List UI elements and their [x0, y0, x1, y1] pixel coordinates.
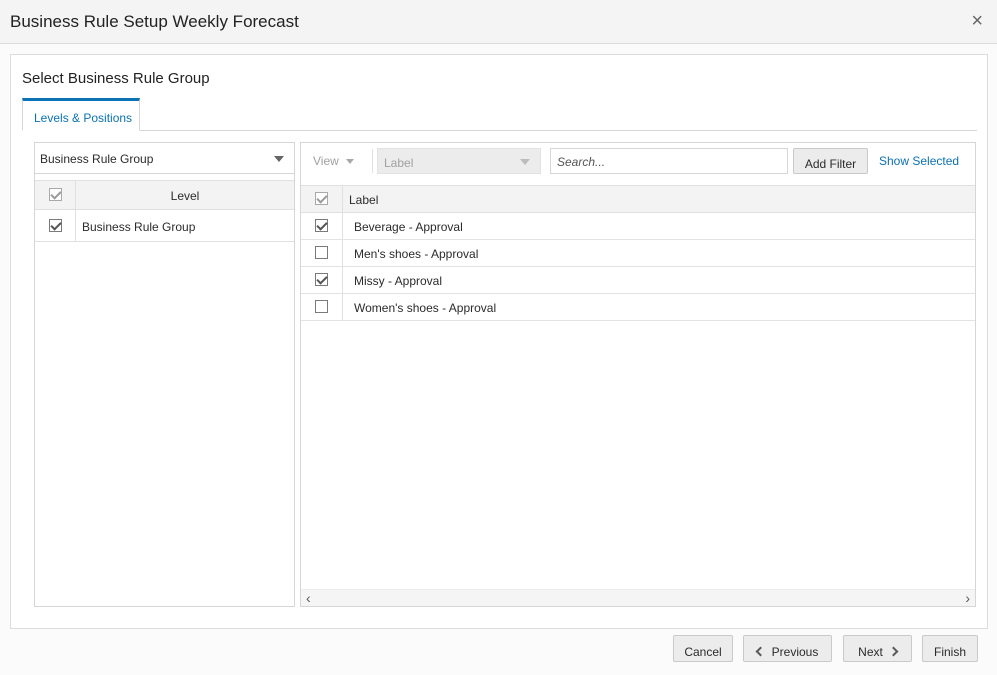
row-checkbox[interactable] [315, 273, 328, 286]
search-input[interactable]: Search... [550, 148, 788, 174]
scroll-right-icon[interactable]: › [965, 591, 970, 605]
next-button[interactable]: Next [843, 635, 912, 662]
level-dropdown-value: Business Rule Group [40, 152, 154, 166]
tab-bar: Levels & Positions [22, 98, 977, 131]
position-grid: Label Beverage - Approval Men's shoes - … [301, 185, 975, 321]
previous-button-label: Previous [771, 645, 819, 659]
column-divider [342, 267, 343, 293]
attribute-select[interactable]: Label [377, 148, 541, 174]
panel-title: Select Business Rule Group [22, 70, 210, 87]
add-filter-button[interactable]: Add Filter [793, 148, 868, 174]
select-all-checkbox[interactable] [315, 192, 328, 205]
level-dropdown[interactable]: Business Rule Group [35, 143, 294, 174]
column-divider [342, 240, 343, 266]
table-row[interactable]: Business Rule Group [35, 210, 294, 242]
label-column-header: Label [349, 193, 379, 207]
column-divider [342, 213, 343, 239]
horizontal-scrollbar[interactable]: ‹ › [301, 589, 975, 606]
row-label: Men's shoes - Approval [354, 247, 479, 261]
tab-levels-positions[interactable]: Levels & Positions [22, 98, 140, 131]
attribute-select-value: Label [384, 156, 414, 170]
table-row[interactable]: Beverage - Approval [301, 213, 975, 240]
content-panel: Select Business Rule Group Levels & Posi… [10, 54, 988, 629]
row-label: Women's shoes - Approval [354, 301, 497, 315]
dialog-title: Business Rule Setup Weekly Forecast [10, 12, 299, 31]
row-label: Beverage - Approval [354, 220, 463, 234]
finish-button[interactable]: Finish [922, 635, 978, 662]
column-divider [342, 294, 343, 320]
level-row-label: Business Rule Group [82, 220, 196, 234]
row-checkbox[interactable] [49, 219, 62, 232]
view-menu[interactable]: View [313, 154, 354, 168]
chevron-down-icon [520, 159, 530, 165]
select-all-levels-checkbox[interactable] [49, 188, 62, 201]
row-checkbox[interactable] [315, 300, 328, 313]
toolbar: View Label Search... Add Filter Show Sel… [301, 143, 975, 184]
table-row[interactable]: Missy - Approval [301, 267, 975, 294]
previous-button[interactable]: Previous [743, 635, 832, 662]
dialog-titlebar: Business Rule Setup Weekly Forecast × [0, 0, 997, 44]
chevron-down-icon [345, 159, 354, 165]
chevron-right-icon [888, 646, 899, 657]
next-button-label: Next [858, 645, 883, 659]
grid-header: Label [301, 185, 975, 213]
show-selected-link[interactable]: Show Selected [879, 154, 959, 168]
chevron-down-icon [274, 156, 284, 162]
column-divider [75, 210, 76, 241]
scroll-left-icon[interactable]: ‹ [306, 591, 311, 605]
level-column-header: Level [170, 189, 200, 203]
row-label: Missy - Approval [354, 274, 443, 288]
toolbar-divider [372, 149, 373, 173]
view-menu-label: View [313, 154, 339, 168]
close-icon[interactable]: × [971, 11, 983, 31]
level-table-header: Level [35, 180, 294, 210]
level-pane: Business Rule Group Level Business Rule … [34, 142, 295, 607]
row-checkbox[interactable] [315, 219, 328, 232]
cancel-button[interactable]: Cancel [673, 635, 733, 662]
table-row[interactable]: Women's shoes - Approval [301, 294, 975, 321]
column-divider [342, 186, 343, 212]
table-row[interactable]: Men's shoes - Approval [301, 240, 975, 267]
chevron-left-icon [755, 646, 766, 657]
row-checkbox[interactable] [315, 246, 328, 259]
position-pane: View Label Search... Add Filter Show Sel… [300, 142, 976, 607]
